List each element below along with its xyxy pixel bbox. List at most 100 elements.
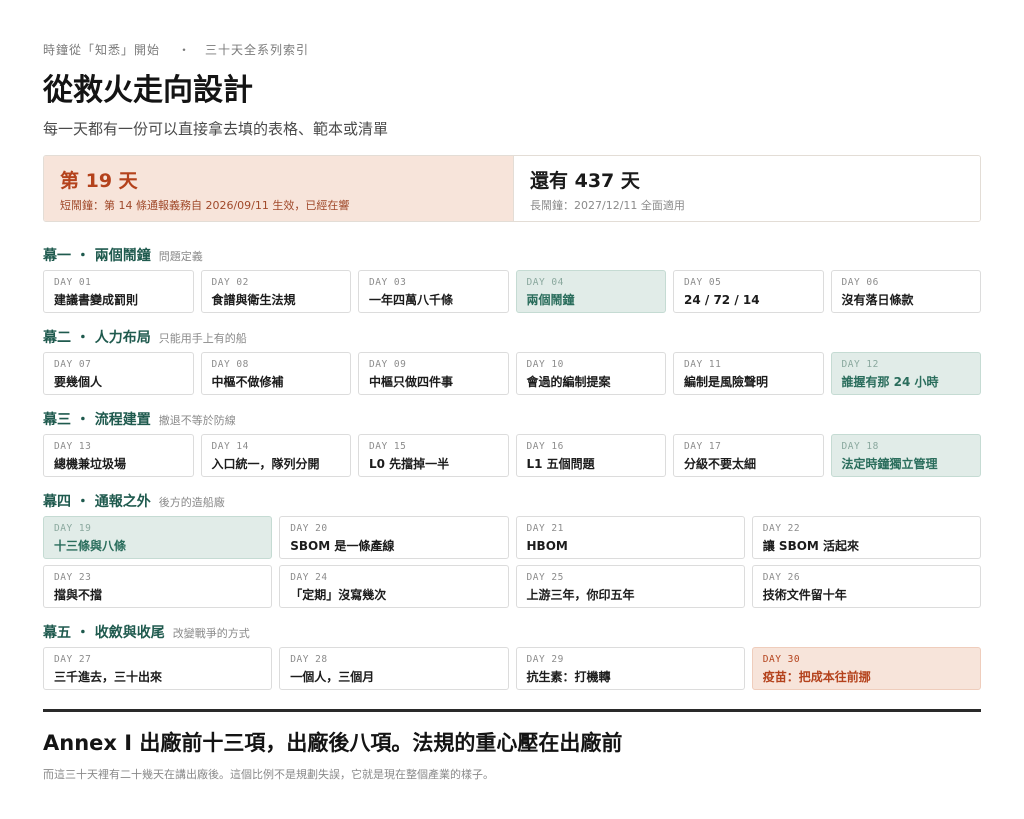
day-label: DAY 21: [526, 523, 564, 534]
day-title: 要幾個人: [54, 375, 103, 389]
day-title: 分級不要太細: [684, 457, 757, 471]
day-card[interactable]: DAY 29 抗生素：打機轉: [515, 647, 745, 690]
day-title: 誰握有那 24 小時: [841, 375, 939, 389]
countdown-panel: 第 19 天 短鬧鐘：第 14 條通報義務自 2026/09/11 生效，已經在…: [43, 155, 981, 222]
day-title: 兩個鬧鐘: [526, 293, 575, 307]
day-label: DAY 20: [290, 523, 328, 534]
day-label: DAY 07: [54, 359, 92, 370]
day-label: DAY 01: [54, 277, 92, 288]
annex-subtitle: 而這三十天裡有二十幾天在講出廠後。這個比例不是規劃失誤，它就是現在整個產業的樣子…: [43, 768, 494, 781]
act-heading-2: 幕二 ・ 人力布局 只能用手上有的船: [43, 328, 247, 346]
day-card[interactable]: DAY 12 誰握有那 24 小時: [830, 352, 981, 395]
day-label: DAY 28: [290, 654, 328, 665]
act-note: 撤退不等於防線: [158, 414, 236, 427]
day-title: SBOM 是一條產線: [290, 539, 395, 553]
act-4-days-row-1: DAY 19 十三條與八條 DAY 20 SBOM 是一條產線 DAY 21 HBOM…: [43, 516, 981, 559]
day-label: DAY 06: [841, 277, 879, 288]
day-card[interactable]: DAY 21 HBOM: [515, 516, 745, 559]
day-card[interactable]: DAY 11 編制是風險聲明: [673, 352, 824, 395]
day-card[interactable]: DAY 07 要幾個人: [43, 352, 194, 395]
day-card[interactable]: DAY 06 沒有落日條款: [830, 270, 981, 313]
day-title: 中樞只做四件事: [369, 375, 454, 389]
day-title: 三千進去，三十出來: [54, 670, 163, 684]
day-card[interactable]: DAY 08 中樞不做修補: [200, 352, 351, 395]
day-label: DAY 14: [211, 441, 249, 452]
act-name: 幕五 ・ 收斂與收尾: [43, 625, 165, 641]
day-label: DAY 22: [762, 523, 801, 534]
day-card[interactable]: DAY 19 十三條與八條: [43, 516, 273, 559]
day-label: DAY 17: [684, 441, 722, 452]
day-label: DAY 23: [54, 572, 92, 583]
day-label: DAY 26: [762, 572, 801, 583]
short-clock-note: 短鬧鐘：第 14 條通報義務自 2026/09/11 生效，已經在響: [60, 199, 350, 212]
day-card[interactable]: DAY 02 食譜與衛生法規: [200, 270, 351, 313]
long-clock-note: 長鬧鐘：2027/12/11 全面適用: [530, 199, 685, 212]
day-card[interactable]: DAY 10 會過的編制提案: [515, 352, 666, 395]
day-title: 十三條與八條: [54, 539, 127, 553]
series-name[interactable]: 時鐘從「知悉」開始: [43, 43, 160, 57]
act-3-days: DAY 13 總機兼垃圾場 DAY 14 入口統一，隊列分開 DAY 15 L0 先擋…: [43, 434, 981, 477]
day-card[interactable]: DAY 20 SBOM 是一條產線: [279, 516, 509, 559]
day-title: 一個人，三個月: [290, 670, 375, 684]
day-title: 法定時鐘獨立管理: [841, 457, 938, 471]
act-5-days: DAY 27 三千進去，三十出來 DAY 28 一個人，三個月 DAY 29 抗生素：…: [43, 647, 981, 690]
act-note: 改變戰爭的方式: [172, 627, 250, 640]
day-card[interactable]: DAY 01 建議書變成罰則: [43, 270, 194, 313]
day-card[interactable]: DAY 24 「定期」沒寫幾次: [279, 565, 509, 608]
day-card[interactable]: DAY 30 疫苗：把成本往前挪: [751, 647, 981, 690]
day-title: 疫苗：把成本往前挪: [762, 670, 871, 684]
day-card[interactable]: DAY 13 總機兼垃圾場: [43, 434, 194, 477]
act-heading-1: 幕一 ・ 兩個鬧鐘 問題定義: [43, 246, 203, 264]
day-title: 總機兼垃圾場: [54, 457, 127, 471]
day-title: 擋與不擋: [54, 588, 103, 602]
day-title: 抗生素：打機轉: [526, 670, 611, 684]
day-card[interactable]: DAY 23 擋與不擋: [43, 565, 273, 608]
day-card[interactable]: DAY 22 讓 SBOM 活起來: [751, 516, 981, 559]
act-note: 問題定義: [158, 250, 203, 263]
day-card[interactable]: DAY 25 上游三年，你印五年: [515, 565, 745, 608]
day-label: DAY 09: [369, 359, 407, 370]
day-title: 「定期」沒寫幾次: [290, 588, 387, 602]
day-card[interactable]: DAY 28 一個人，三個月: [279, 647, 509, 690]
day-card[interactable]: DAY 09 中樞只做四件事: [358, 352, 509, 395]
day-label: DAY 15: [369, 441, 407, 452]
day-label: DAY 30: [762, 654, 801, 665]
day-title: 讓 SBOM 活起來: [762, 539, 860, 553]
page-title: 從救火走向設計: [43, 73, 253, 108]
page-subtitle: 每一天都有一份可以直接拿去填的表格、範本或清單: [43, 120, 389, 138]
breadcrumb: 時鐘從「知悉」開始 ・三十天全系列索引: [43, 41, 309, 58]
day-card[interactable]: DAY 05 24 / 72 / 14: [673, 270, 824, 313]
day-card[interactable]: DAY 18 法定時鐘獨立管理: [830, 434, 981, 477]
day-title: 一年四萬八千條: [369, 293, 454, 307]
day-card[interactable]: DAY 15 L0 先擋掉一半: [358, 434, 509, 477]
day-label: DAY 19: [54, 523, 92, 534]
day-title: 技術文件留十年: [762, 588, 847, 602]
day-card[interactable]: DAY 16 L1 五個問題: [515, 434, 666, 477]
days-remaining: 還有 437 天: [530, 170, 640, 192]
day-label: DAY 03: [369, 277, 407, 288]
day-title: 24 / 72 / 14: [684, 293, 760, 307]
day-label: DAY 27: [54, 654, 92, 665]
day-title: L0 先擋掉一半: [369, 457, 450, 471]
current-day: 第 19 天: [60, 170, 138, 192]
day-label: DAY 08: [211, 359, 249, 370]
day-title: 沒有落日條款: [841, 293, 914, 307]
series-index-label: 三十天全系列索引: [205, 43, 310, 57]
act-name: 幕四 ・ 通報之外: [43, 494, 151, 510]
day-card[interactable]: DAY 17 分級不要太細: [673, 434, 824, 477]
day-card[interactable]: DAY 14 入口統一，隊列分開: [200, 434, 351, 477]
day-label: DAY 11: [684, 359, 722, 370]
section-divider: [43, 709, 981, 712]
act-heading-5: 幕五 ・ 收斂與收尾 改變戰爭的方式: [43, 623, 250, 641]
act-1-days: DAY 01 建議書變成罰則 DAY 02 食譜與衛生法規 DAY 03 一年四萬八千…: [43, 270, 981, 313]
day-card[interactable]: DAY 04 兩個鬧鐘: [515, 270, 666, 313]
day-card[interactable]: DAY 26 技術文件留十年: [751, 565, 981, 608]
breadcrumb-separator: ・: [178, 43, 192, 57]
day-label: DAY 04: [526, 277, 564, 288]
day-label: DAY 02: [211, 277, 249, 288]
day-card[interactable]: DAY 27 三千進去，三十出來: [43, 647, 273, 690]
act-name: 幕二 ・ 人力布局: [43, 330, 151, 346]
day-label: DAY 24: [290, 572, 328, 583]
day-label: DAY 18: [841, 441, 879, 452]
day-card[interactable]: DAY 03 一年四萬八千條: [358, 270, 509, 313]
